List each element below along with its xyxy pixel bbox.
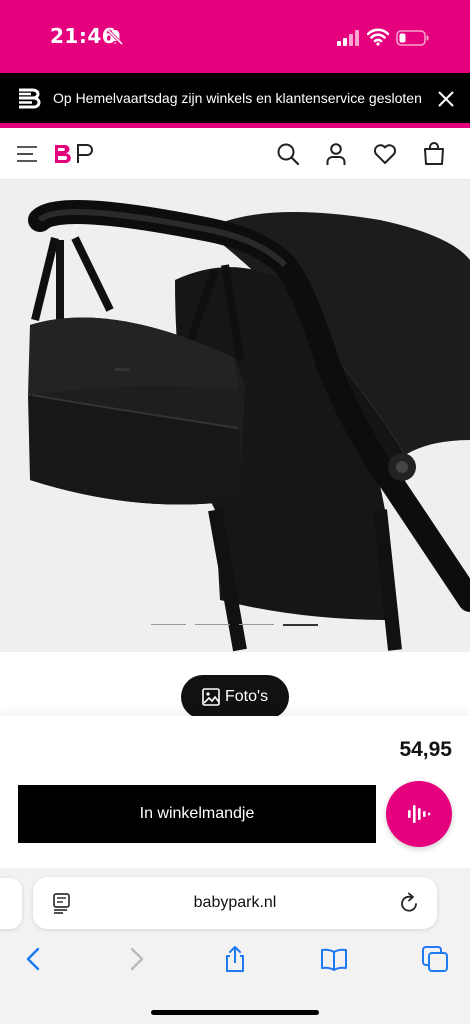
carousel-dot[interactable] [195, 624, 230, 625]
forward-icon[interactable] [122, 945, 150, 973]
carousel-dot[interactable] [239, 624, 274, 625]
signal-icon [337, 30, 359, 46]
menu-icon[interactable] [17, 144, 37, 164]
voice-icon [408, 805, 431, 823]
voice-assistant-button[interactable] [386, 781, 452, 847]
babypark-mark-icon [19, 88, 41, 109]
heart-icon[interactable] [372, 141, 398, 167]
announcement-text: Op Hemelvaartsdag zijn winkels en klante… [53, 90, 422, 106]
product-image[interactable] [0, 180, 470, 652]
cart-icon[interactable] [421, 141, 447, 167]
back-icon[interactable] [20, 945, 48, 973]
carousel-dot[interactable] [151, 624, 186, 625]
product-photo [28, 200, 470, 652]
bookmarks-icon[interactable] [320, 945, 348, 973]
url-text: babypark.nl [193, 894, 277, 911]
add-to-cart-button[interactable]: In winkelmandje [18, 785, 376, 843]
bell-slash-icon [106, 28, 124, 46]
page: 21:46 Op Hemelvaartsdag zijn winkels en … [0, 0, 470, 1024]
announcement-bar: Op Hemelvaartsdag zijn winkels en klante… [0, 73, 470, 123]
purchase-panel: 54,95 In winkelmandje [0, 716, 470, 868]
reload-icon[interactable] [399, 892, 421, 914]
carousel-indicator [151, 624, 321, 628]
share-icon[interactable] [221, 945, 249, 973]
brand-logo[interactable] [54, 143, 98, 165]
wifi-icon [367, 28, 389, 46]
address-bar[interactable]: babypark.nl [33, 877, 437, 929]
battery-icon [396, 30, 429, 46]
product-price: 54,95 [399, 738, 452, 761]
image-icon [202, 688, 220, 706]
browser-toolbar: babypark.nl [0, 868, 470, 1024]
photos-button-label: Foto's [225, 688, 269, 705]
home-indicator [151, 1010, 319, 1015]
close-icon[interactable] [436, 89, 456, 109]
photos-button[interactable]: Foto's [181, 675, 289, 719]
tabs-icon[interactable] [421, 945, 449, 973]
status-bar: 21:46 [0, 0, 470, 73]
account-icon[interactable] [323, 141, 349, 167]
previous-tab-preview[interactable] [0, 878, 22, 929]
search-icon[interactable] [275, 141, 301, 167]
site-header [0, 128, 470, 180]
carousel-dot-active[interactable] [283, 624, 318, 626]
